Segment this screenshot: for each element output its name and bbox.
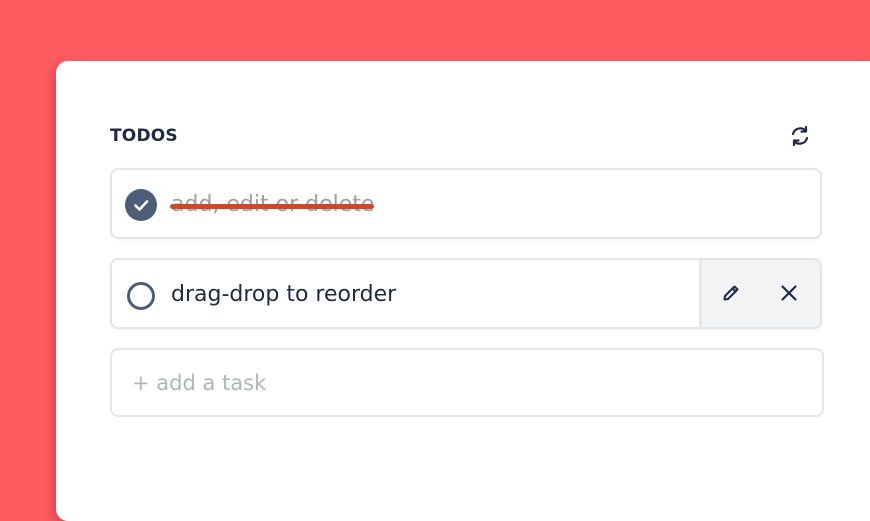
task-item[interactable]: drag-drop to reorder [110, 258, 822, 329]
todo-header: TODOS [110, 124, 824, 150]
checked-circle-icon[interactable] [125, 189, 157, 221]
unchecked-circle-icon[interactable] [127, 282, 155, 310]
close-icon[interactable] [777, 281, 801, 305]
pencil-icon[interactable] [719, 281, 743, 305]
add-task-input[interactable] [110, 348, 824, 417]
page-title: TODOS [110, 126, 178, 146]
refresh-icon[interactable] [788, 124, 812, 148]
task-item-completed[interactable]: add, edit or delete [110, 168, 822, 239]
strikethrough-line [170, 204, 374, 209]
task-label: drag-drop to reorder [171, 282, 397, 307]
task-actions [699, 260, 820, 327]
